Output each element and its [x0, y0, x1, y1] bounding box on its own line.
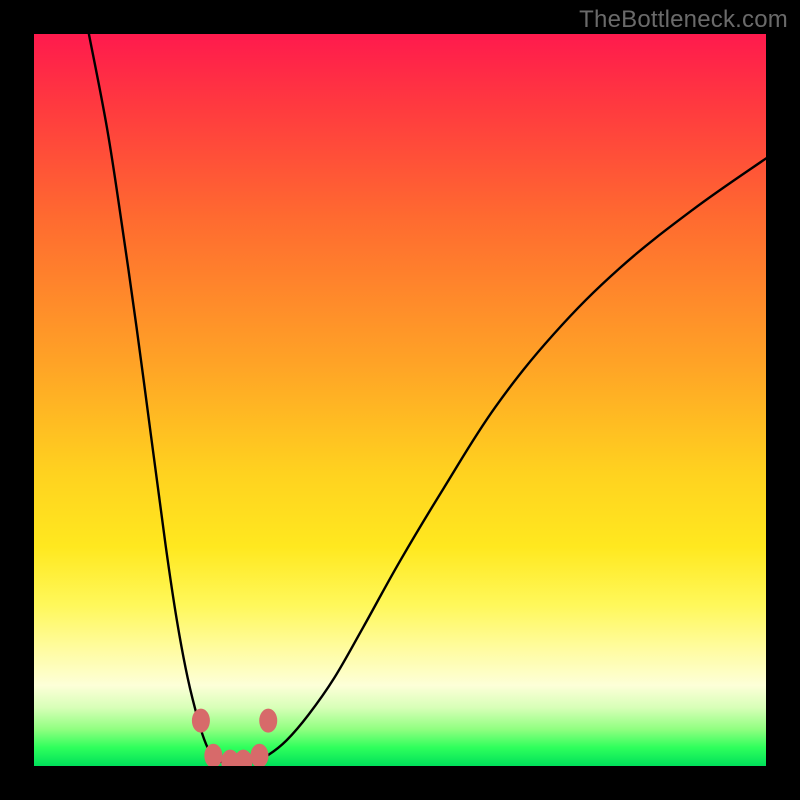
plot-area — [34, 34, 766, 766]
curve-marker — [259, 709, 277, 733]
curve-group — [89, 34, 766, 764]
bottleneck-curve-svg — [34, 34, 766, 766]
curve-marker — [192, 709, 210, 733]
chart-frame: TheBottleneck.com — [0, 0, 800, 800]
watermark-text: TheBottleneck.com — [579, 6, 788, 34]
curve-marker — [250, 744, 268, 766]
bottleneck-curve — [89, 34, 766, 764]
curve-marker — [234, 750, 252, 766]
